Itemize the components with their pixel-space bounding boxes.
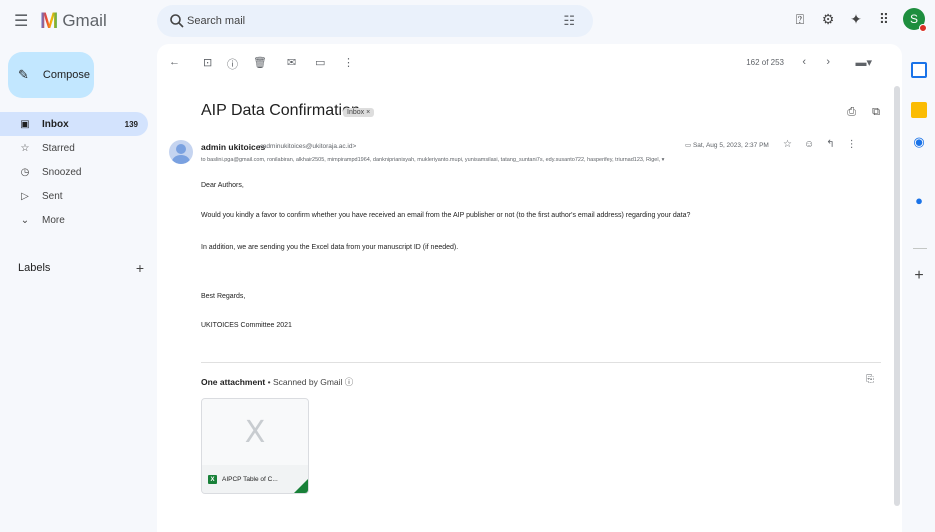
avatar-body (172, 155, 190, 164)
show-details-chevron-icon[interactable]: ▾ (662, 157, 665, 163)
sidebar-item-inbox[interactable]: ▣ Inbox 139 (0, 112, 148, 136)
search-icon[interactable] (169, 13, 185, 29)
gmail-logo-text: Gmail (62, 11, 107, 30)
recipients-text: to baslini.pga@gmail.com, ronilabiran, a… (201, 157, 661, 163)
email-signature: UKITOICES Committee 2021 (201, 322, 292, 329)
calendar-icon[interactable] (911, 62, 927, 78)
email-subject: AIP Data Confirmation (201, 102, 360, 119)
sender-name[interactable]: admin ukitoices (201, 142, 265, 152)
get-addons-icon[interactable]: + (911, 267, 927, 284)
inbox-label-chip[interactable]: Inbox × (343, 108, 375, 117)
pencil-icon: ✎ (18, 67, 29, 82)
attachment-thumbnail: X (202, 399, 308, 465)
attachments-title: One attachment (201, 377, 266, 387)
delete-trash-icon[interactable]: 🗑 (253, 56, 267, 69)
reply-icon[interactable]: ↰ (826, 139, 834, 150)
side-panel-divider (913, 248, 927, 249)
sidebar-item-snoozed[interactable]: ◷ Snoozed (0, 160, 150, 184)
excel-file-icon: X (208, 475, 217, 484)
sidebar-item-label: More (42, 214, 65, 226)
notification-dot (919, 24, 927, 32)
header-actions: ☆ ☺ ↰ ⋮ (783, 139, 857, 150)
sidebar-nav: ▣ Inbox 139 ☆ Starred ◷ Snoozed ▷ Sent ⌄… (0, 112, 150, 232)
excel-corner-icon (294, 479, 308, 493)
search-options-icon[interactable]: ☷ (563, 13, 575, 29)
sidebar-item-label: Sent (42, 190, 63, 202)
print-icon[interactable]: ⎙ (847, 106, 856, 119)
recipients-line[interactable]: to baslini.pga@gmail.com, ronilabiran, a… (201, 157, 836, 163)
email-toolbar: ← ⊡ ⓘ 🗑 ✉ ▭ ⋮ 162 of 253 ‹ › ▬▾ (157, 54, 902, 76)
help-icon[interactable]: ⍰ (791, 10, 809, 28)
settings-gear-icon[interactable]: ⚙ (819, 10, 837, 28)
side-panel: ◉ ● + (905, 44, 935, 532)
scrollbar[interactable] (894, 86, 900, 506)
more-vert-icon[interactable]: ⋮ (847, 139, 857, 150)
chevron-down-icon: ⌄ (20, 214, 30, 226)
pager-count: 162 of 253 (746, 58, 784, 67)
clock-icon: ◷ (20, 166, 30, 178)
more-options-icon[interactable]: ⋮ (343, 56, 354, 69)
attachment-indicator-icon: ▭ (685, 142, 693, 149)
send-icon: ▷ (21, 190, 29, 202)
account-avatar[interactable]: S (903, 8, 927, 32)
tasks-icon[interactable]: ◉ (911, 134, 927, 150)
search-bar: ☷ (157, 5, 593, 37)
attachments-header: One attachment • Scanned by Gmail ⓘ (201, 376, 353, 388)
top-bar: ☰ M Gmail ☷ ⍰ ⚙ ✦ ⠿ S (0, 0, 935, 44)
email-paragraph-1: Would you kindly a favor to confirm whet… (201, 212, 691, 219)
labels-section: Labels + (18, 261, 144, 275)
archive-icon[interactable]: ⊡ (203, 56, 212, 69)
attachments-scan-note: • Scanned by Gmail ⓘ (265, 377, 354, 387)
email-paragraph-2: In addition, we are sending you the Exce… (201, 244, 459, 251)
search-input[interactable] (187, 12, 507, 30)
sidebar-item-label: Starred (42, 142, 75, 154)
sidebar-item-label: Snoozed (42, 166, 82, 178)
compose-label: Compose (42, 69, 90, 81)
top-right-actions: ⍰ ⚙ ✦ ⠿ S (791, 8, 927, 32)
sidebar-item-label: Inbox (42, 118, 69, 130)
add-label-icon[interactable]: + (136, 261, 144, 275)
sidebar-item-more[interactable]: ⌄ More (0, 208, 150, 232)
contacts-icon[interactable]: ● (911, 192, 927, 208)
avatar-head (176, 144, 186, 154)
inbox-icon: ▣ (20, 118, 30, 130)
star-icon[interactable]: ☆ (783, 139, 792, 150)
attachment-footer: X AIPCP Table of C... (202, 465, 308, 493)
sidebar-item-starred[interactable]: ☆ Starred (0, 136, 150, 160)
report-spam-icon[interactable]: ⓘ (227, 56, 238, 72)
sender-avatar[interactable] (169, 140, 193, 164)
gemini-sparkle-icon[interactable]: ✦ (847, 10, 865, 28)
sender-email: <adminukitoices@ukitoraja.ac.id> (259, 143, 357, 150)
email-greeting: Dear Authors, (201, 182, 244, 189)
compose-button[interactable]: ✎ Compose (8, 52, 94, 98)
keep-notes-icon[interactable] (911, 102, 927, 118)
email-date: ▭ Sat, Aug 5, 2023, 2:37 PM (685, 141, 769, 149)
star-icon: ☆ (20, 142, 30, 154)
back-arrow-icon[interactable]: ← (169, 56, 180, 68)
attachment-name: AIPCP Table of C... (222, 476, 278, 483)
email-panel: ← ⊡ ⓘ 🗑 ✉ ▭ ⋮ 162 of 253 ‹ › ▬▾ AIP Data… (157, 44, 902, 532)
gmail-logo[interactable]: M Gmail (40, 9, 107, 33)
mark-unread-icon[interactable]: ✉ (287, 56, 296, 69)
attachment-card[interactable]: X X AIPCP Table of C... (201, 398, 309, 494)
main-menu-icon[interactable]: ☰ (14, 12, 28, 32)
attachments-divider (201, 362, 881, 363)
email-date-text: Sat, Aug 5, 2023, 2:37 PM (692, 142, 769, 149)
move-to-folder-icon[interactable]: ▭ (315, 56, 325, 69)
sidebar-item-sent[interactable]: ▷ Sent (0, 184, 150, 208)
older-chevron-icon[interactable]: › (826, 56, 830, 68)
input-tools-icon[interactable]: ▬▾ (855, 56, 872, 69)
download-all-attachments-icon[interactable]: ⎘ (866, 374, 874, 385)
labels-heading: Labels (18, 262, 51, 274)
gmail-m-icon: M (40, 8, 59, 33)
email-closing: Best Regards, (201, 293, 246, 300)
open-new-window-icon[interactable]: ⧉ (872, 106, 880, 119)
emoji-react-icon[interactable]: ☺ (804, 139, 814, 150)
newer-chevron-icon[interactable]: ‹ (802, 56, 806, 68)
apps-grid-icon[interactable]: ⠿ (875, 10, 893, 28)
unread-count: 139 (124, 119, 138, 129)
